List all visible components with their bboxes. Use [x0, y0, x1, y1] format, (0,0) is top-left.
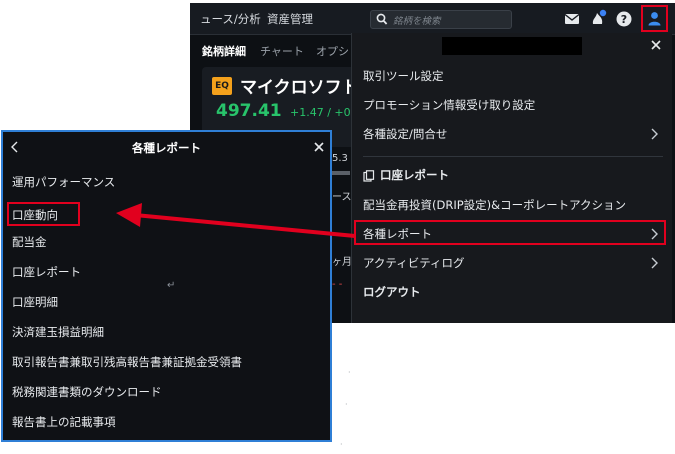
- close-icon[interactable]: [313, 141, 325, 153]
- report-item-account-report[interactable]: 口座レポート: [12, 264, 81, 280]
- stock-price: 497.41: [216, 101, 282, 121]
- report-item-performance[interactable]: 運用パフォーマンス: [12, 174, 115, 190]
- menu-item-settings-inquiries[interactable]: 各種設定/問合せ: [363, 126, 447, 142]
- tab-stock-detail[interactable]: 銘柄詳細: [202, 43, 246, 59]
- background-bar: [332, 171, 350, 175]
- stray-mark: ·: [348, 368, 351, 377]
- report-item-account-statement[interactable]: 口座明細: [12, 294, 58, 310]
- report-item-tax-documents[interactable]: 税務関連書類のダウンロード: [12, 384, 162, 400]
- menu-item-trading-tool-settings[interactable]: 取引ツール設定: [363, 68, 444, 84]
- equity-badge: EQ: [212, 77, 232, 95]
- chevron-right-icon: [651, 257, 658, 269]
- nav-news-analysis[interactable]: ュース/分析: [200, 11, 261, 27]
- enter-glyph: ↵: [167, 280, 176, 291]
- screenshot-stage: ュース/分析 資産管理 銘柄を検索 ? 銘柄詳細 チャート オプシ EQ マイク…: [0, 0, 675, 454]
- section-title-account-report: 口座レポート: [380, 168, 449, 182]
- report-item-disclosures[interactable]: 報告書上の記載事項: [12, 414, 116, 430]
- notification-icon[interactable]: [588, 9, 608, 29]
- tab-chart[interactable]: チャート: [260, 43, 304, 59]
- menu-item-drip-corporate-action[interactable]: 配当金再投資(DRIP設定)&コーポレートアクション: [363, 197, 626, 213]
- account-dropdown-menu: 取引ツール設定 プロモーション情報受け取り設定 各種設定/問合せ 口座レポート …: [351, 33, 672, 323]
- reports-panel-title: 各種レポート: [132, 141, 201, 155]
- close-icon[interactable]: [650, 39, 662, 51]
- tab-options[interactable]: オプシ: [316, 43, 349, 59]
- user-account-button[interactable]: [641, 5, 668, 32]
- logout-button[interactable]: ログアウト: [363, 284, 421, 300]
- highlight-box-account-activity: [7, 202, 80, 226]
- background-fragment: ース: [332, 192, 352, 203]
- search-input[interactable]: 銘柄を検索: [370, 10, 512, 29]
- menu-item-promotion-settings[interactable]: プロモーション情報受け取り設定: [363, 97, 535, 113]
- chevron-right-icon: [651, 128, 658, 140]
- reports-panel-header: 各種レポート: [3, 132, 330, 162]
- stray-mark: ·: [345, 400, 348, 409]
- redacted-account-name: [442, 37, 582, 55]
- various-reports-panel: 各種レポート 運用パフォーマンス 口座動向 配当金 口座レポート 口座明細 決済…: [1, 130, 332, 442]
- nav-asset-management[interactable]: 資産管理: [267, 11, 313, 27]
- search-placeholder: 銘柄を検索: [393, 16, 441, 27]
- menu-divider: [363, 156, 663, 157]
- help-icon[interactable]: ?: [614, 9, 634, 29]
- highlight-box-various-reports: [354, 220, 666, 245]
- background-fragment: ヶ月: [332, 257, 352, 268]
- document-icon: [363, 170, 375, 182]
- notification-dot: [599, 9, 607, 17]
- report-item-closed-position-pl[interactable]: 決済建玉損益明細: [12, 324, 104, 340]
- menu-item-activity-log[interactable]: アクティビティログ: [363, 255, 465, 271]
- top-navigation-bar: ュース/分析 資産管理 銘柄を検索 ?: [190, 3, 675, 35]
- svg-text:?: ?: [621, 13, 627, 26]
- stock-name: マイクロソフト: [240, 78, 359, 98]
- mail-icon[interactable]: [562, 9, 582, 29]
- search-icon: [376, 13, 388, 25]
- stray-mark: ·: [340, 440, 343, 449]
- user-icon: [648, 12, 661, 26]
- background-fragment: - -: [332, 279, 343, 290]
- report-item-dividends[interactable]: 配当金: [12, 234, 47, 250]
- report-item-trade-confirmation[interactable]: 取引報告書兼取引残高報告書兼証拠金受領書: [12, 354, 242, 370]
- background-fragment: 5.3: [332, 153, 348, 164]
